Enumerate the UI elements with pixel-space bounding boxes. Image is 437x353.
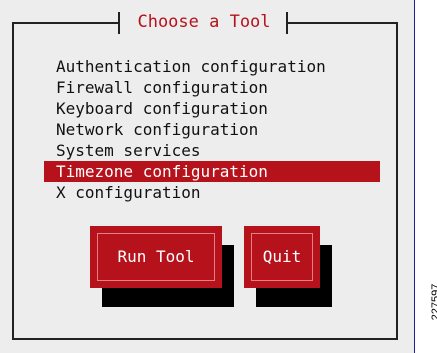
tool-list-item-x[interactable]: X configuration [44,182,380,203]
frame-border-top-left [12,22,118,24]
choose-tool-dialog: Choose a Tool Authentication configurati… [0,0,414,353]
frame-border-right [396,22,398,340]
dialog-title: Choose a Tool [137,12,271,32]
title-divider-right [286,12,288,34]
tool-list-item-timezone[interactable]: Timezone configuration [44,161,380,182]
tool-list-item-system-services[interactable]: System services [44,140,380,161]
frame-border-top-right [288,22,398,24]
run-tool-button-label: Run Tool [97,233,215,281]
frame-border-bottom [12,338,398,340]
tool-list-item-authentication[interactable]: Authentication configuration [44,56,380,77]
tool-list-item-keyboard[interactable]: Keyboard configuration [44,98,380,119]
tool-list-item-firewall[interactable]: Firewall configuration [44,77,380,98]
figure-number: 227597 [430,283,437,321]
run-tool-button[interactable]: Run Tool [90,226,222,288]
title-divider-left [118,12,120,34]
quit-button[interactable]: Quit [244,226,320,288]
tool-list-item-network[interactable]: Network configuration [44,119,380,140]
frame-border-left [12,22,14,340]
quit-button-label: Quit [251,233,313,281]
tool-list: Authentication configuration Firewall co… [44,56,380,203]
